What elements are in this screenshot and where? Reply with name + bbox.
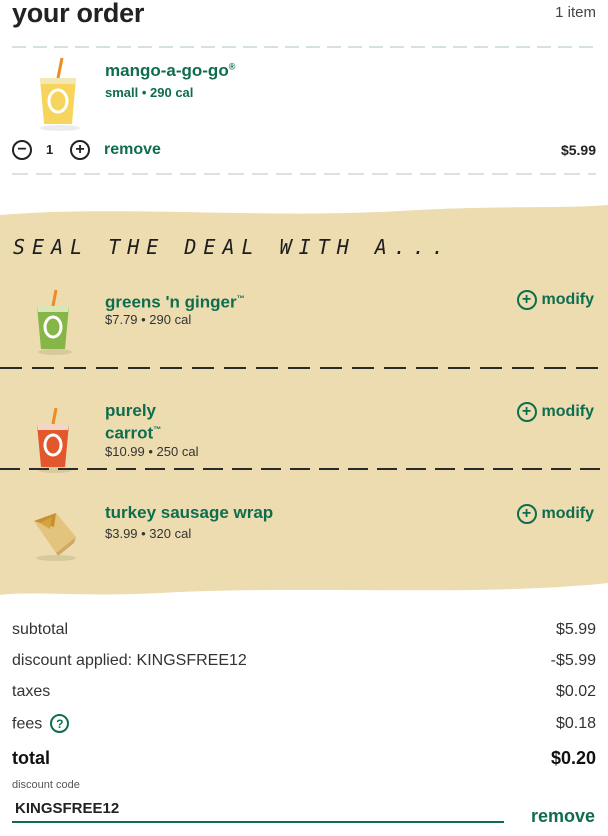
remove-discount-link[interactable]: remove	[531, 806, 595, 827]
quantity-row: − 1 + remove $5.99	[12, 140, 596, 162]
item-size-calories: small • 290 cal	[105, 85, 194, 100]
upsell-item-meta: $10.99 • 250 cal	[105, 444, 199, 459]
wrap-icon	[26, 503, 82, 571]
item-name-text: mango-a-go-go	[105, 61, 229, 80]
upsell-item-name-text-line2: carrot	[105, 423, 154, 443]
quantity-value: 1	[46, 142, 54, 157]
decrement-button[interactable]: −	[12, 140, 32, 160]
total-row: total $0.20	[12, 748, 596, 770]
fees-value: $0.18	[555, 715, 596, 732]
upsell-item[interactable]: greens 'n ginger™ $7.79 • 290 cal + modi…	[0, 279, 608, 369]
divider	[12, 173, 596, 175]
subtotal-value: $5.99	[555, 621, 596, 638]
upsell-item-name-text: purely	[105, 401, 157, 420]
upsell-section: SEAL THE DEAL WITH A... greens 'n ginger…	[0, 205, 608, 597]
plus-circle-icon: +	[516, 290, 537, 310]
discount-value: -$5.99	[550, 652, 596, 669]
trademark: ™	[236, 294, 245, 303]
discount-code-label: discount code	[12, 779, 80, 791]
divider	[12, 46, 596, 48]
subtotal-label: subtotal	[12, 621, 69, 638]
upsell-item-name: greens 'n ginger™	[105, 289, 245, 312]
remove-item-link[interactable]: remove	[104, 141, 161, 159]
upsell-heading: SEAL THE DEAL WITH A...	[13, 235, 451, 259]
increment-button[interactable]: +	[70, 140, 90, 160]
order-header: your order 1 item	[12, 0, 596, 36]
item-price: $5.99	[560, 142, 596, 158]
fees-label: fees	[12, 715, 43, 733]
upsell-item-name: purely carrot™	[105, 401, 161, 443]
modify-label: modify	[541, 291, 594, 308]
modify-label: modify	[541, 505, 594, 522]
taxes-label: taxes	[12, 683, 51, 700]
order-item: mango-a-go-go® small • 290 cal − 1 + rem…	[12, 52, 596, 172]
subtotal-row: subtotal $5.99	[12, 621, 596, 643]
discount-label: discount applied: KINGSFREE12	[12, 652, 247, 669]
divider	[0, 367, 608, 369]
smoothie-cup-green-icon	[28, 289, 78, 357]
upsell-item-meta: $7.79 • 290 cal	[105, 312, 192, 327]
plus-circle-icon: +	[516, 504, 537, 524]
item-count: 1 item	[555, 4, 596, 21]
smoothie-cup-orange-icon	[28, 407, 78, 475]
upsell-item-meta: $3.99 • 320 cal	[105, 526, 192, 541]
upsell-item-name: turkey sausage wrap	[105, 503, 273, 522]
discount-code-input[interactable]	[12, 795, 504, 823]
taxes-row: taxes $0.02	[12, 683, 596, 705]
upsell-item-name-text: greens 'n ginger	[105, 292, 237, 312]
total-label: total	[12, 748, 50, 768]
item-name[interactable]: mango-a-go-go®	[105, 61, 235, 81]
upsell-item[interactable]: turkey sausage wrap $3.99 • 320 cal + mo…	[0, 493, 608, 583]
plus-circle-icon: +	[516, 402, 537, 422]
upsell-item-name-text: turkey sausage wrap	[105, 503, 274, 522]
modify-button[interactable]: + modify	[516, 290, 594, 310]
page-title: your order	[12, 0, 145, 28]
help-icon[interactable]: ?	[50, 714, 70, 733]
modify-label: modify	[541, 403, 594, 420]
discount-row: discount applied: KINGSFREE12 -$5.99	[12, 652, 596, 674]
trademark: ®	[228, 61, 236, 72]
trademark: ™	[153, 425, 162, 434]
taxes-value: $0.02	[555, 683, 596, 700]
divider	[0, 468, 608, 470]
modify-button[interactable]: + modify	[516, 402, 594, 422]
smoothie-cup-yellow-icon	[28, 56, 88, 136]
modify-button[interactable]: + modify	[516, 504, 594, 524]
fees-row: fees? $0.18	[12, 714, 596, 737]
total-value: $0.20	[550, 748, 596, 768]
fees-label-group: fees?	[12, 714, 70, 734]
